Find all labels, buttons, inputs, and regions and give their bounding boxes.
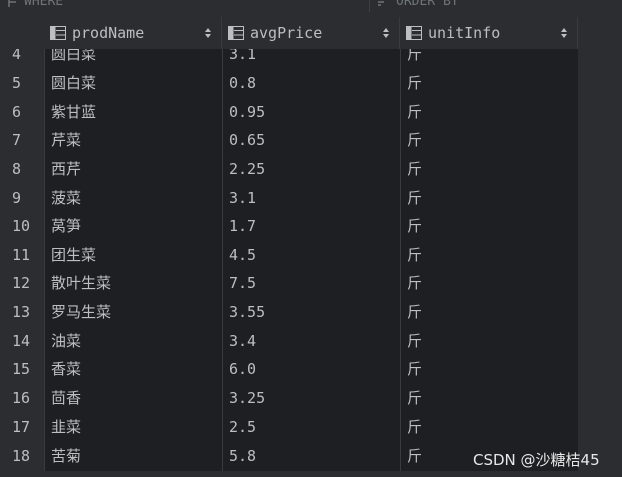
row-number: 7 <box>0 126 44 155</box>
cell-prodName[interactable]: 圆白菜 <box>44 69 222 98</box>
cell-unitInfo[interactable]: 斤 <box>400 69 578 98</box>
cell-avgPrice[interactable]: 5.8 <box>222 442 400 471</box>
row-number: 13 <box>0 298 44 327</box>
cell-prodName[interactable]: 西芹 <box>44 155 222 184</box>
row-number: 10 <box>0 212 44 241</box>
table-row[interactable]: 14 油菜 3.4 斤 <box>0 327 578 356</box>
filter-divider <box>369 0 370 12</box>
cell-prodName[interactable]: 菠菜 <box>44 184 222 213</box>
table-column-icon <box>50 26 66 40</box>
cell-avgPrice[interactable]: 7.5 <box>222 269 400 298</box>
row-number: 14 <box>0 327 44 356</box>
table-row[interactable]: 5 圆白菜 0.8 斤 <box>0 69 578 98</box>
table-row[interactable]: 6 紫甘蓝 0.95 斤 <box>0 98 578 127</box>
sort-toggle-icon[interactable] <box>382 27 390 39</box>
table-row[interactable]: 4 圆白菜 3.1 斤 <box>0 49 578 69</box>
cell-unitInfo[interactable]: 斤 <box>400 49 578 69</box>
cell-prodName[interactable]: 散叶生菜 <box>44 269 222 298</box>
column-header-label: prodName <box>72 24 145 42</box>
cell-avgPrice[interactable]: 6.0 <box>222 355 400 384</box>
cell-unitInfo[interactable]: 斤 <box>400 126 578 155</box>
table-row[interactable]: 8 西芹 2.25 斤 <box>0 155 578 184</box>
cell-unitInfo[interactable]: 斤 <box>400 413 578 442</box>
row-number: 18 <box>0 442 44 471</box>
table-row[interactable]: 13 罗马生菜 3.55 斤 <box>0 298 578 327</box>
cell-prodName[interactable]: 团生菜 <box>44 241 222 270</box>
row-number: 4 <box>0 49 44 69</box>
row-number: 11 <box>0 241 44 270</box>
cell-prodName[interactable]: 罗马生菜 <box>44 298 222 327</box>
cell-avgPrice[interactable]: 0.8 <box>222 69 400 98</box>
sort-toggle-icon[interactable] <box>204 27 212 39</box>
row-number-header <box>0 17 44 49</box>
cell-unitInfo[interactable]: 斤 <box>400 98 578 127</box>
cell-prodName[interactable]: 茴香 <box>44 384 222 413</box>
cell-unitInfo[interactable]: 斤 <box>400 155 578 184</box>
table-header: prodName avgPrice unitInfo <box>0 17 622 49</box>
cell-prodName[interactable]: 圆白菜 <box>44 49 222 69</box>
table-row[interactable]: 17 韭菜 2.5 斤 <box>0 413 578 442</box>
cell-avgPrice[interactable]: 3.1 <box>222 184 400 213</box>
cell-avgPrice[interactable]: 4.5 <box>222 241 400 270</box>
cell-prodName[interactable]: 紫甘蓝 <box>44 98 222 127</box>
where-filter[interactable]: WHERE <box>8 0 63 9</box>
column-header-avgPrice[interactable]: avgPrice <box>222 17 400 49</box>
cell-avgPrice[interactable]: 3.25 <box>222 384 400 413</box>
column-header-label: avgPrice <box>250 24 323 42</box>
watermark: CSDN @沙糖桔45 <box>473 451 600 469</box>
cell-prodName[interactable]: 韭菜 <box>44 413 222 442</box>
order-by-filter[interactable]: ORDER BY <box>378 0 459 9</box>
table-column-icon <box>406 26 422 40</box>
cell-prodName[interactable]: 香菜 <box>44 355 222 384</box>
row-number: 6 <box>0 98 44 127</box>
filter-bar: WHERE ORDER BY <box>0 0 622 12</box>
cell-unitInfo[interactable]: 斤 <box>400 184 578 213</box>
cell-avgPrice[interactable]: 0.95 <box>222 98 400 127</box>
cell-avgPrice[interactable]: 3.1 <box>222 49 400 69</box>
cell-prodName[interactable]: 芹菜 <box>44 126 222 155</box>
row-number: 8 <box>0 155 44 184</box>
row-number: 17 <box>0 413 44 442</box>
where-label: WHERE <box>24 0 64 9</box>
sort-toggle-icon[interactable] <box>560 27 568 39</box>
table-row[interactable]: 10 莴笋 1.7 斤 <box>0 212 578 241</box>
cell-unitInfo[interactable]: 斤 <box>400 241 578 270</box>
table-column-icon <box>228 26 244 40</box>
column-header-unitInfo[interactable]: unitInfo <box>400 17 578 49</box>
cell-unitInfo[interactable]: 斤 <box>400 355 578 384</box>
cell-prodName[interactable]: 苦菊 <box>44 442 222 471</box>
table-row[interactable]: 9 菠菜 3.1 斤 <box>0 184 578 213</box>
table-row[interactable]: 16 茴香 3.25 斤 <box>0 384 578 413</box>
cell-avgPrice[interactable]: 0.65 <box>222 126 400 155</box>
cell-avgPrice[interactable]: 3.55 <box>222 298 400 327</box>
column-header-prodName[interactable]: prodName <box>44 17 222 49</box>
row-number: 16 <box>0 384 44 413</box>
cell-avgPrice[interactable]: 3.4 <box>222 327 400 356</box>
cell-unitInfo[interactable]: 斤 <box>400 298 578 327</box>
column-header-label: unitInfo <box>428 24 501 42</box>
sort-lines-icon <box>378 0 384 6</box>
table-row[interactable]: 7 芹菜 0.65 斤 <box>0 126 578 155</box>
table-row[interactable]: 12 散叶生菜 7.5 斤 <box>0 269 578 298</box>
cell-avgPrice[interactable]: 2.5 <box>222 413 400 442</box>
cell-unitInfo[interactable]: 斤 <box>400 327 578 356</box>
cell-avgPrice[interactable]: 2.25 <box>222 155 400 184</box>
cell-avgPrice[interactable]: 1.7 <box>222 212 400 241</box>
cell-unitInfo[interactable]: 斤 <box>400 212 578 241</box>
cell-prodName[interactable]: 莴笋 <box>44 212 222 241</box>
order-by-label: ORDER BY <box>396 0 459 9</box>
cell-prodName[interactable]: 油菜 <box>44 327 222 356</box>
table-row[interactable]: 11 团生菜 4.5 斤 <box>0 241 578 270</box>
cell-unitInfo[interactable]: 斤 <box>400 269 578 298</box>
filter-icon <box>8 0 16 7</box>
row-number: 9 <box>0 184 44 213</box>
table-row[interactable]: 15 香菜 6.0 斤 <box>0 355 578 384</box>
cell-unitInfo[interactable]: 斤 <box>400 384 578 413</box>
result-grid: 4 圆白菜 3.1 斤 5 圆白菜 0.8 斤 6 紫甘蓝 0.95 斤 7 芹… <box>0 49 622 477</box>
row-number: 15 <box>0 355 44 384</box>
row-number: 12 <box>0 269 44 298</box>
row-number: 5 <box>0 69 44 98</box>
